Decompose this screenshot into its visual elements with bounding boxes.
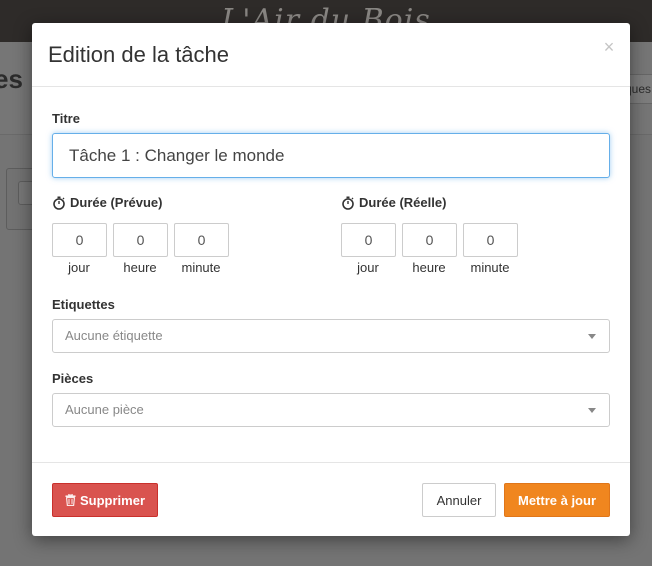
edit-task-modal: Edition de la tâche × Titre Durée (Prévu… bbox=[32, 23, 630, 536]
caret-down-icon bbox=[588, 334, 596, 339]
actual-hours-input[interactable] bbox=[402, 223, 457, 257]
tags-placeholder: Aucune étiquette bbox=[65, 328, 163, 343]
delete-button-label: Supprimer bbox=[79, 492, 145, 508]
title-label: Titre bbox=[52, 111, 80, 126]
stopwatch-icon bbox=[53, 196, 65, 210]
actual-duration-text: Durée (Réelle) bbox=[359, 195, 447, 210]
trash-icon bbox=[65, 494, 76, 506]
stopwatch-icon bbox=[342, 196, 354, 210]
title-input[interactable] bbox=[52, 133, 610, 178]
modal-header: Edition de la tâche × bbox=[32, 23, 630, 87]
tags-label: Etiquettes bbox=[52, 297, 115, 312]
rooms-label: Pièces bbox=[52, 371, 94, 386]
close-icon[interactable]: × bbox=[601, 37, 617, 57]
rooms-placeholder: Aucune pièce bbox=[65, 402, 144, 417]
actual-hours-unit: heure bbox=[412, 260, 446, 275]
planned-duration-text: Durée (Prévue) bbox=[70, 195, 163, 210]
planned-days-input[interactable] bbox=[52, 223, 107, 257]
planned-duration-label: Durée (Prévue) bbox=[52, 195, 162, 210]
actual-days-unit: jour bbox=[357, 260, 379, 275]
rooms-select[interactable]: Aucune pièce bbox=[52, 393, 610, 427]
update-button[interactable]: Mettre à jour bbox=[504, 483, 610, 517]
actual-duration-label: Durée (Réelle) bbox=[341, 195, 446, 210]
delete-button[interactable]: Supprimer bbox=[52, 483, 158, 517]
actual-days-input[interactable] bbox=[341, 223, 396, 257]
actual-minutes-unit: minute bbox=[470, 260, 510, 275]
planned-hours-input[interactable] bbox=[113, 223, 168, 257]
background-heading: es bbox=[0, 64, 23, 94]
cancel-button[interactable]: Annuler bbox=[422, 483, 496, 517]
planned-days-unit: jour bbox=[68, 260, 90, 275]
planned-minutes-input[interactable] bbox=[174, 223, 229, 257]
modal-title: Edition de la tâche bbox=[48, 42, 230, 67]
planned-hours-unit: heure bbox=[123, 260, 157, 275]
planned-minutes-unit: minute bbox=[181, 260, 221, 275]
actual-minutes-input[interactable] bbox=[463, 223, 518, 257]
caret-down-icon bbox=[588, 408, 596, 413]
tags-select[interactable]: Aucune étiquette bbox=[52, 319, 610, 353]
